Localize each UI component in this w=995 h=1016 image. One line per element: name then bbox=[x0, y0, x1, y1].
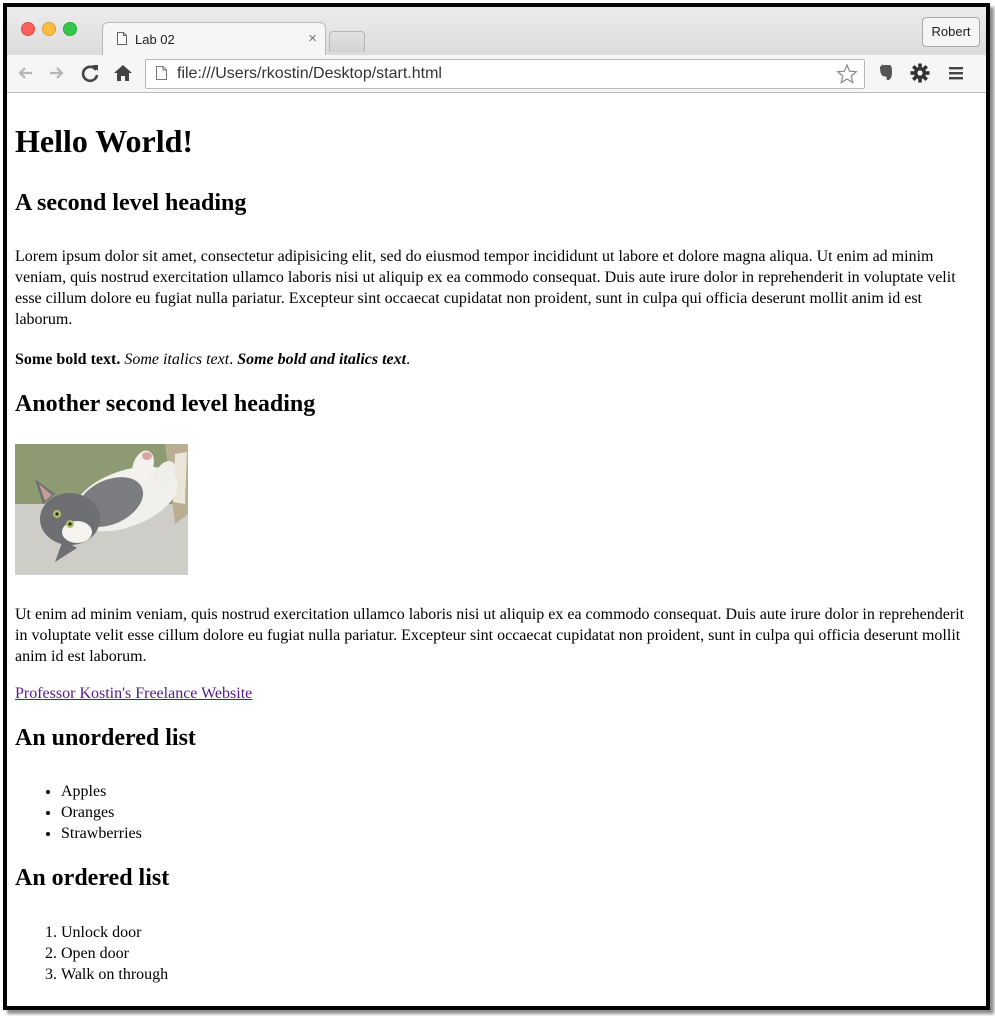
page-icon bbox=[156, 66, 167, 80]
section-heading-1: A second level heading bbox=[15, 190, 247, 216]
url-text[interactable]: file:///Users/rkostin/Desktop/start.html bbox=[177, 65, 442, 83]
minimize-window-button[interactable] bbox=[42, 22, 56, 36]
tab-title: Lab 02 bbox=[135, 32, 175, 47]
home-icon[interactable] bbox=[112, 62, 134, 84]
page-icon bbox=[117, 32, 127, 45]
ut-enim-paragraph: Ut enim ad minim veniam, quis nostrud ex… bbox=[15, 606, 965, 665]
bookmark-star-icon[interactable] bbox=[836, 63, 858, 85]
reload-icon[interactable] bbox=[79, 62, 101, 84]
section-heading-2: Another second level heading bbox=[15, 391, 316, 417]
list-item: Strawberries bbox=[61, 823, 142, 844]
list-item: Apples bbox=[61, 781, 142, 802]
profile-button[interactable]: Robert bbox=[922, 17, 980, 47]
tab-close-icon[interactable]: × bbox=[308, 30, 317, 47]
browser-toolbar: file:///Users/rkostin/Desktop/start.html bbox=[7, 55, 986, 93]
list-item: Unlock door bbox=[61, 922, 168, 943]
lorem-paragraph: Lorem ipsum dolor sit amet, consectetur … bbox=[15, 248, 956, 328]
browser-window: Lab 02 × Robert file:///Users/rkostin/De… bbox=[3, 3, 990, 1010]
italic-text: Some italics text bbox=[124, 351, 230, 368]
new-tab-button[interactable] bbox=[329, 31, 365, 52]
tab-strip: Lab 02 × Robert bbox=[7, 7, 986, 57]
bold-text: Some bold text. bbox=[15, 351, 121, 368]
page-heading: Hello World! bbox=[15, 123, 194, 159]
list-item: Open door bbox=[61, 943, 168, 964]
back-icon[interactable] bbox=[15, 62, 37, 84]
forward-icon[interactable] bbox=[45, 62, 67, 84]
address-bar[interactable]: file:///Users/rkostin/Desktop/start.html bbox=[145, 59, 865, 89]
list-item: Oranges bbox=[61, 802, 142, 823]
steps-list: Unlock door Open door Walk on through bbox=[15, 922, 168, 985]
settings-gear-icon[interactable] bbox=[909, 62, 931, 84]
cat-photo bbox=[15, 444, 188, 575]
menu-icon[interactable] bbox=[945, 62, 967, 84]
fruit-list: Apples Oranges Strawberries bbox=[15, 781, 142, 844]
tab-lab-02[interactable]: Lab 02 × bbox=[102, 22, 326, 57]
ordered-list-heading: An ordered list bbox=[15, 865, 170, 891]
freelance-website-link[interactable]: Professor Kostin's Freelance Website bbox=[15, 685, 252, 702]
list-item: Walk on through bbox=[61, 964, 168, 985]
bold-italic-text: Some bold and italics text bbox=[237, 351, 407, 368]
zoom-window-button[interactable] bbox=[63, 22, 77, 36]
link-paragraph: Professor Kostin's Freelance Website bbox=[15, 683, 973, 704]
formatting-paragraph: Some bold text. Some italics text. Some … bbox=[15, 351, 411, 368]
close-window-button[interactable] bbox=[21, 22, 35, 36]
evernote-icon[interactable] bbox=[875, 62, 897, 84]
unordered-list-heading: An unordered list bbox=[15, 725, 196, 751]
